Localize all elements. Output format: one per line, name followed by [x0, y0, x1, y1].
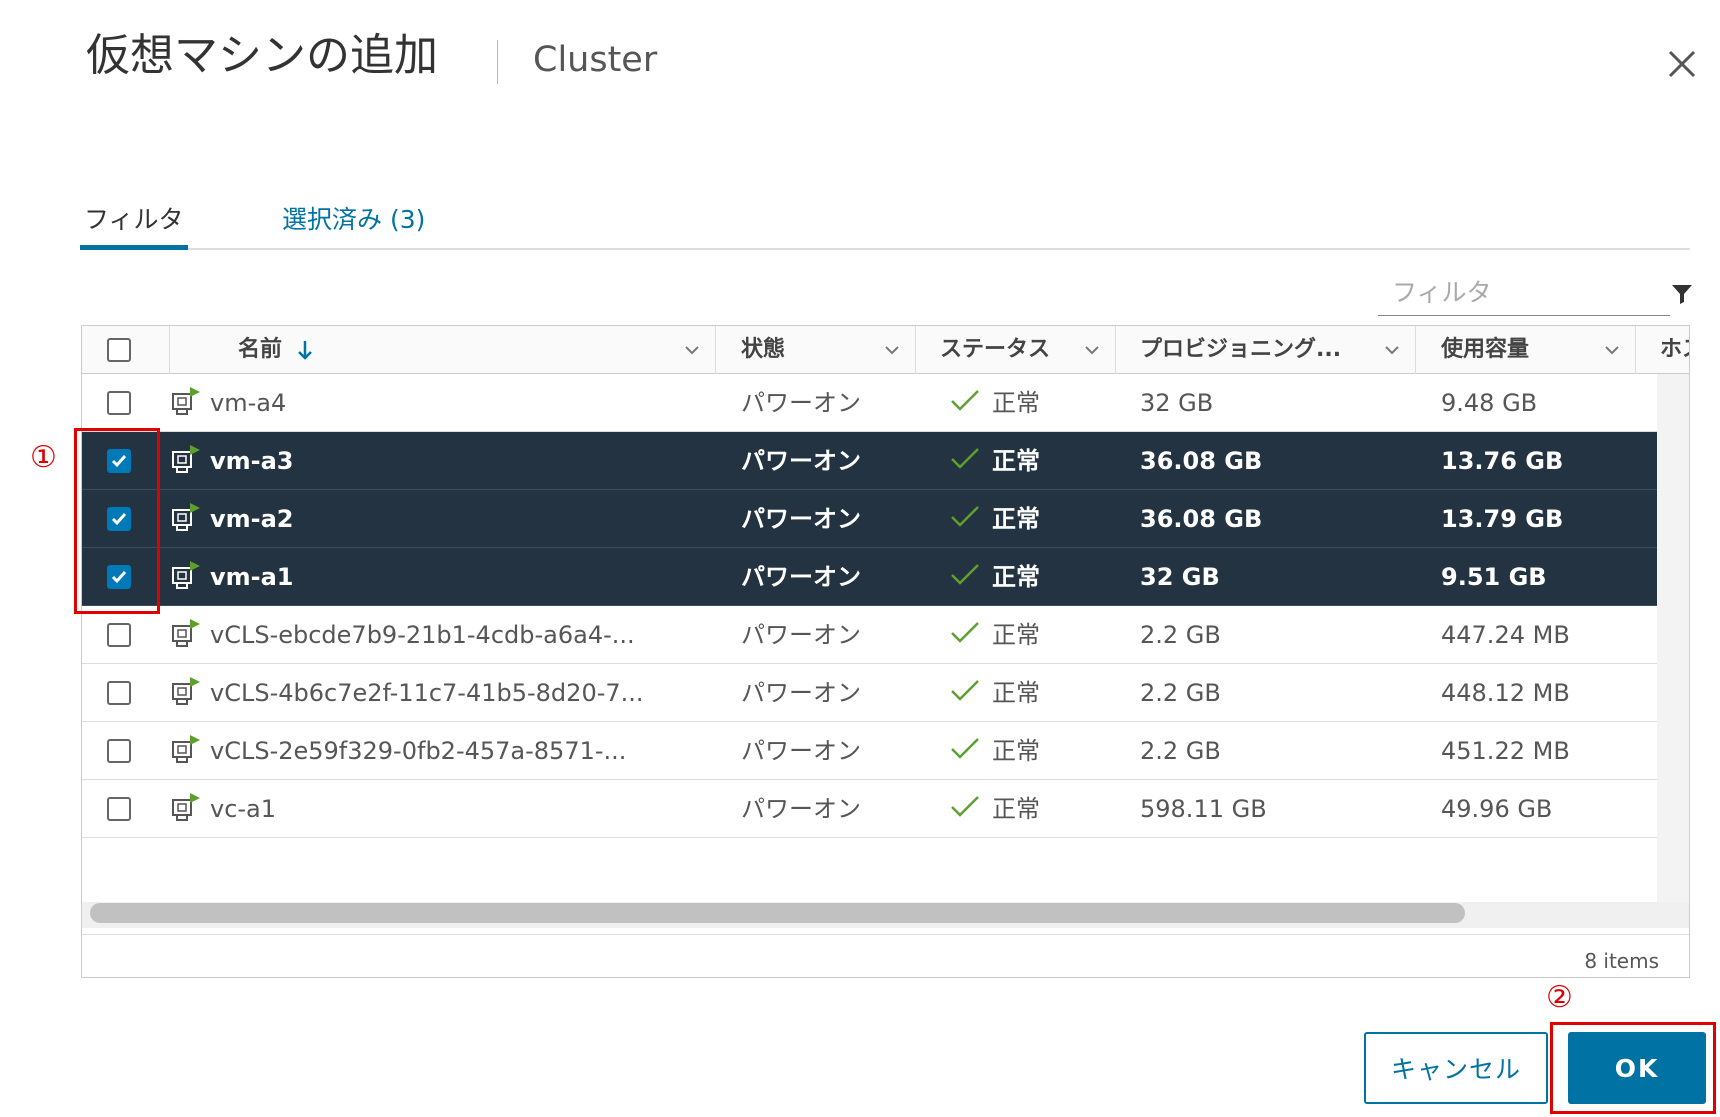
grid-footer: 8 items: [82, 934, 1689, 977]
vm-powered-on-icon: [172, 677, 200, 705]
table-row[interactable]: vm-a3パワーオン正常36.08 GB13.76 GB44 MHz: [82, 432, 1657, 490]
title-separator: [497, 40, 498, 84]
row-checkbox[interactable]: [107, 797, 131, 821]
table-row[interactable]: vCLS-ebcde7b9-21b1-4cdb-a6a4-... パワーオン 正常 2…: [82, 606, 1657, 664]
cell-provisioned: 36.08 GB: [1140, 447, 1263, 475]
table-row[interactable]: vm-a4パワーオン正常32 GB9.48 GB44 MHz: [82, 374, 1657, 432]
cell-name: vm-a2: [210, 505, 294, 533]
table-row[interactable]: vCLS-4b6c7e2f-11c7-41b5-8d20-7... パワーオン 正常…: [82, 664, 1657, 722]
vm-powered-on-icon: [172, 561, 200, 589]
horizontal-scrollbar-thumb[interactable]: [90, 903, 1465, 923]
filter-funnel-icon[interactable]: [1670, 282, 1694, 306]
vm-powered-on-icon: [172, 503, 200, 531]
cell-used: 447.24 MB: [1441, 621, 1570, 649]
cell-status: 正常: [992, 447, 1040, 475]
cell-status: 正常: [992, 737, 1040, 765]
vertical-scrollbar[interactable]: [1657, 374, 1689, 902]
check-icon: [951, 738, 979, 759]
table-row[interactable]: vm-a2パワーオン正常36.08 GB13.79 GB44 MHz: [82, 490, 1657, 548]
cell-state: パワーオン: [741, 447, 861, 475]
check-icon: [951, 506, 979, 527]
cell-used: 49.96 GB: [1441, 795, 1553, 823]
cell-provisioned: 32 GB: [1140, 389, 1214, 417]
cell-status: 正常: [992, 795, 1040, 823]
item-count: 8 items: [1584, 949, 1659, 973]
cell-state: パワーオン: [741, 795, 861, 823]
filter-field: [1378, 270, 1670, 316]
cell-name: vc-a1: [210, 795, 277, 823]
vm-powered-on-icon: [172, 387, 200, 415]
check-icon: [951, 390, 979, 411]
filter-input[interactable]: [1378, 270, 1670, 315]
cell-provisioned: 2.2 GB: [1140, 737, 1221, 765]
vm-powered-on-icon: [172, 735, 200, 763]
cell-used: 9.48 GB: [1441, 389, 1538, 417]
check-icon: [951, 680, 979, 701]
cell-provisioned: 36.08 GB: [1140, 505, 1263, 533]
cell-used: 448.12 MB: [1441, 679, 1570, 707]
cell-name: vm-a4: [210, 389, 287, 417]
tab-selected[interactable]: 選択済み (3): [282, 200, 425, 248]
cell-provisioned: 2.2 GB: [1140, 679, 1221, 707]
cell-provisioned: 2.2 GB: [1140, 621, 1221, 649]
cell-name: vCLS-ebcde7b9-21b1-4cdb-a6a4-...: [210, 621, 635, 649]
cell-status: 正常: [992, 563, 1040, 591]
cell-state: パワーオン: [741, 679, 861, 707]
close-button[interactable]: [1662, 44, 1702, 84]
grid-body: vm-a4パワーオン正常32 GB9.48 GB44 MHzvm-a3パワーオン…: [82, 326, 1657, 902]
cell-provisioned: 32 GB: [1140, 563, 1220, 591]
cell-name: vm-a3: [210, 447, 294, 475]
cell-used: 13.76 GB: [1441, 447, 1564, 475]
cell-state: パワーオン: [741, 389, 861, 417]
column-label-host-cpu: ホスト C: [1660, 337, 1689, 362]
dialog-subtitle: Cluster: [533, 40, 658, 80]
close-icon: [1668, 50, 1696, 78]
tab-bar: フィルタ 選択済み (3): [80, 200, 1690, 250]
check-icon: [951, 448, 979, 469]
table-row[interactable]: vc-a1パワーオン正常598.11 GB49.96 GB506 MHz: [82, 780, 1657, 838]
ok-button[interactable]: OK: [1568, 1032, 1706, 1104]
annotation-highlight-checkboxes: [74, 428, 160, 614]
vm-powered-on-icon: [172, 619, 200, 647]
cell-state: パワーオン: [741, 737, 861, 765]
tab-filter[interactable]: フィルタ: [80, 200, 188, 250]
cell-used: 13.79 GB: [1441, 505, 1564, 533]
check-icon: [951, 796, 979, 817]
active-tab-indicator: [80, 245, 188, 250]
cell-used: 451.22 MB: [1441, 737, 1570, 765]
row-checkbox[interactable]: [107, 391, 131, 415]
vm-powered-on-icon: [172, 445, 200, 473]
cancel-button[interactable]: キャンセル: [1364, 1032, 1548, 1104]
row-checkbox[interactable]: [107, 739, 131, 763]
check-icon: [951, 622, 979, 643]
cell-status: 正常: [992, 389, 1040, 417]
cell-name: vCLS-4b6c7e2f-11c7-41b5-8d20-7...: [210, 679, 644, 707]
check-icon: [951, 564, 979, 585]
cell-provisioned: 598.11 GB: [1140, 795, 1267, 823]
annotation-step-2: ②: [1546, 980, 1573, 1015]
table-row[interactable]: vm-a1パワーオン正常32 GB9.51 GB66 MHz: [82, 548, 1657, 606]
cell-name: vCLS-2e59f329-0fb2-457a-8571-...: [210, 737, 627, 765]
cell-status: 正常: [992, 505, 1040, 533]
row-checkbox[interactable]: [107, 681, 131, 705]
cell-status: 正常: [992, 621, 1040, 649]
cell-state: パワーオン: [741, 621, 861, 649]
table-row[interactable]: vCLS-2e59f329-0fb2-457a-8571-... パワーオン 正常 2…: [82, 722, 1657, 780]
cell-name: vm-a1: [210, 563, 294, 591]
cell-state: パワーオン: [741, 563, 861, 591]
vm-powered-on-icon: [172, 793, 200, 821]
cell-used: 9.51 GB: [1441, 563, 1547, 591]
tab-filter-label: フィルタ: [84, 205, 184, 234]
row-checkbox[interactable]: [107, 623, 131, 647]
cell-status: 正常: [992, 679, 1040, 707]
cell-state: パワーオン: [741, 505, 861, 533]
dialog-title: 仮想マシンの追加: [86, 30, 438, 81]
annotation-step-1: ①: [30, 440, 57, 475]
vm-datagrid: 名前 状態 ステータス プロビジョニング... 使用容量 ホスト C vm-a4…: [81, 325, 1690, 978]
